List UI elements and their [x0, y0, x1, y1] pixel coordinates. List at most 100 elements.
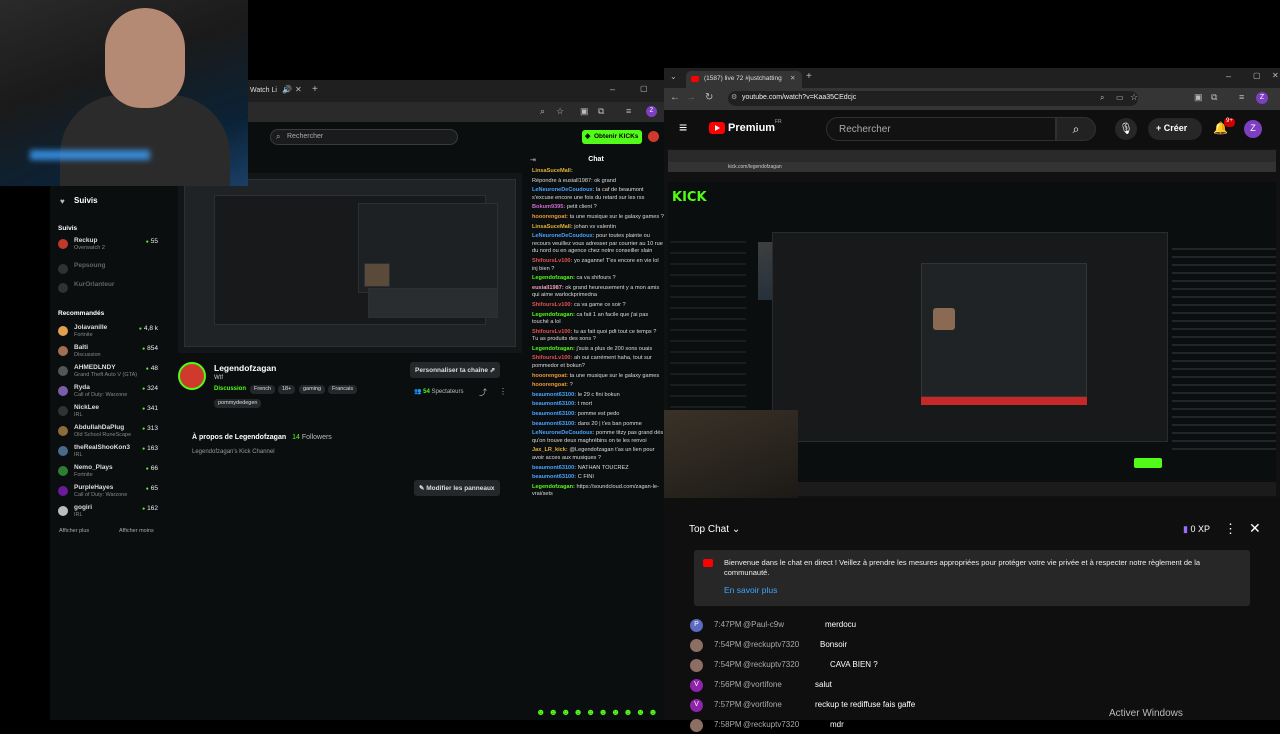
followed-channel-item[interactable]: Pepsoung [58, 262, 162, 280]
chat-username[interactable]: beaumont63100: [532, 474, 576, 480]
kick-tab-title[interactable]: Watch Li [250, 87, 277, 94]
youtube-search-input[interactable]: Rechercher [826, 117, 1056, 141]
avatar[interactable]: V [690, 699, 703, 712]
puzzle-icon[interactable]: ⧉ [598, 106, 604, 117]
tag-chip[interactable]: French [250, 385, 276, 394]
customize-channel-button[interactable]: Personnaliser ta chaîne ⇗ [410, 362, 501, 378]
chat-username[interactable]: ShifoursLv100: [532, 302, 572, 308]
chat-username[interactable]: LeNeuroneDeCoudoux: [532, 233, 594, 239]
minimize-icon[interactable]: – [1226, 71, 1231, 81]
bookmark-star-icon[interactable]: ☆ [1130, 92, 1138, 103]
close-icon[interactable]: ✕ [1249, 520, 1261, 537]
chat-username[interactable]: beaumont63100: [532, 421, 576, 427]
followed-channel-item[interactable]: Reckup Overwatch 2 55 [58, 237, 162, 255]
message-author[interactable]: @reckuptv7320 [743, 660, 799, 669]
speaker-icon[interactable]: 🔊 [282, 85, 292, 94]
maximize-icon[interactable]: ▢ [1253, 71, 1261, 80]
search-button[interactable]: ⌕ [1056, 117, 1096, 141]
chat-username[interactable]: ShifoursLv100: [532, 258, 572, 264]
extensions-icon[interactable]: ▣ [580, 106, 589, 117]
chat-message-row[interactable]: V 7:56PM @vortifone salut [690, 678, 1250, 694]
chat-message-row[interactable]: 7:54PM @reckuptv7320 CAVA BIEN ? [690, 658, 1250, 674]
chat-username[interactable]: Bokum9395: [532, 204, 565, 210]
chat-username[interactable]: LeNeuroneDeCoudoux: [532, 430, 594, 436]
close-window-icon[interactable]: ✕ [1272, 71, 1279, 80]
chat-username[interactable]: beaumont63100: [532, 401, 576, 407]
url-input[interactable]: ⚙ youtube.com/watch?v=Kaa35CEdcjc ⌕ ▭ ☆ [728, 91, 1138, 106]
chat-username[interactable]: ShifoursLv100: [532, 355, 572, 361]
profile-avatar[interactable]: Z [646, 106, 657, 117]
tag-chip[interactable]: pommydedegen [214, 399, 262, 408]
sidebar-following-link[interactable]: Suivis [74, 196, 98, 205]
followed-channel-item[interactable]: KurOrlanteur [58, 281, 162, 299]
channel-category[interactable]: Discussion [214, 386, 246, 392]
extensions-icon[interactable]: ▣ [1194, 92, 1203, 103]
reload-icon[interactable]: ↻ [705, 92, 713, 103]
chat-username[interactable]: Legendofzagan: [532, 346, 575, 352]
chat-message-row[interactable]: 7:54PM @reckuptv7320 Bonsoir [690, 638, 1250, 654]
channel-avatar[interactable] [178, 362, 206, 390]
more-options-icon[interactable]: ⋮ [499, 387, 507, 396]
menu-icon[interactable]: ≡ [1239, 92, 1244, 102]
channel-name[interactable]: Legendofzagan [214, 363, 276, 373]
kick-search-input[interactable]: ⌕ Rechercher [270, 129, 458, 145]
message-author[interactable]: @reckuptv7320 [743, 720, 799, 729]
more-options-icon[interactable]: ⋮ [1224, 521, 1237, 537]
recommended-channel-item[interactable]: AbdullahDaPlugOld School RuneScape313 [58, 424, 162, 442]
avatar[interactable] [690, 639, 703, 652]
top-chat-dropdown[interactable]: Top Chat ⌄ [689, 524, 740, 535]
chat-username[interactable]: LeNeuroneDeCoudoux: [532, 187, 594, 193]
recommended-channel-item[interactable]: PurpleHayesCall of Duty: Warzone65 [58, 484, 162, 502]
hamburger-menu-icon[interactable]: ≡ [679, 119, 687, 135]
avatar[interactable] [690, 719, 703, 732]
avatar[interactable]: V [690, 679, 703, 692]
emote-bar[interactable]: ☻☻☻☻☻☻☻☻☻☻ [536, 707, 661, 717]
message-author[interactable]: @vortifone [743, 700, 782, 709]
avatar[interactable] [690, 659, 703, 672]
learn-more-link[interactable]: En savoir plus [724, 585, 777, 595]
chat-username[interactable]: beaumont63100: [532, 465, 576, 471]
cast-icon[interactable]: ▭ [1116, 93, 1124, 102]
minimize-icon[interactable]: – [610, 84, 615, 94]
zoom-icon[interactable]: ⌕ [540, 106, 545, 117]
maximize-icon[interactable]: ▢ [640, 84, 648, 93]
create-button[interactable]: + Créer [1148, 118, 1202, 140]
recommended-channel-item[interactable]: NickLeeIRL341 [58, 404, 162, 422]
user-avatar[interactable] [648, 131, 659, 142]
back-icon[interactable]: ← [670, 92, 680, 103]
share-icon[interactable]: ⤴ [479, 387, 487, 398]
site-info-icon[interactable]: ⚙ [731, 93, 737, 101]
new-tab-icon[interactable]: + [312, 84, 318, 95]
tag-chip[interactable]: gaming [299, 385, 326, 394]
youtube-logo-icon[interactable] [709, 122, 725, 134]
show-less-link[interactable]: Afficher moins [119, 528, 154, 534]
message-author[interactable]: @vortifone [743, 680, 782, 689]
tag-chip[interactable]: 18+ [278, 385, 296, 394]
show-more-link[interactable]: Afficher plus [59, 528, 89, 534]
chat-username[interactable]: beaumont63100: [532, 411, 576, 417]
recommended-channel-item[interactable]: Nemo_PlaysFortnite66 [58, 464, 162, 482]
bookmark-star-icon[interactable]: ☆ [556, 106, 564, 117]
chat-username[interactable]: eusiall1987: [532, 285, 564, 291]
avatar[interactable]: P [690, 619, 703, 632]
tab-list-icon[interactable]: ⌄ [670, 72, 677, 81]
youtube-video-player[interactable]: kick.com/legendofzagan KICK [664, 148, 1280, 498]
youtube-brand[interactable]: Premium [728, 122, 775, 134]
obtain-kicks-button[interactable]: ◈ Obtenir KICKs [582, 130, 642, 144]
recommended-channel-item[interactable]: theRealShooKon3IRL163 [58, 444, 162, 462]
chat-username[interactable]: Jax_LR_kick: [532, 447, 568, 453]
account-avatar[interactable]: Z [1244, 120, 1262, 138]
chat-username[interactable]: hooorengoat: [532, 373, 568, 379]
menu-icon[interactable]: ≡ [626, 106, 631, 116]
kick-video-player[interactable] [178, 173, 522, 353]
microphone-icon[interactable]: 🎙 [1115, 118, 1137, 140]
chat-username[interactable]: ShifoursLv100: [532, 329, 572, 335]
close-tab-icon[interactable]: ✕ [790, 74, 795, 82]
tag-chip[interactable]: Francais [328, 385, 358, 394]
recommended-channel-item[interactable]: RydaCall of Duty: Warzone324 [58, 384, 162, 402]
puzzle-icon[interactable]: ⧉ [1211, 92, 1217, 103]
recommended-channel-item[interactable]: JolavanilleFortnite4,8 k [58, 324, 162, 342]
chat-username[interactable]: hooorengoat: [532, 214, 568, 220]
forward-icon[interactable]: → [686, 92, 696, 103]
chat-username[interactable]: LinsaSuceMall: [532, 224, 573, 230]
